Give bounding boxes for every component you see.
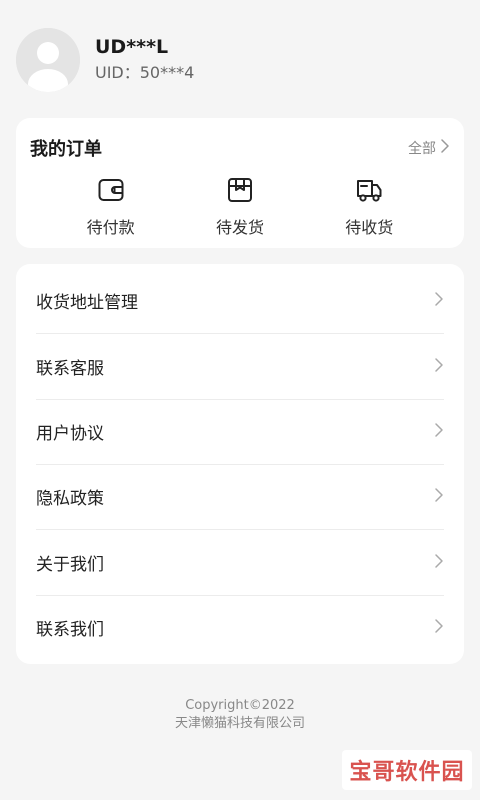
- view-all-orders-link[interactable]: 全部: [408, 138, 450, 158]
- menu-item-customer-service[interactable]: 联系客服: [36, 334, 444, 400]
- user-avatar-icon[interactable]: [16, 28, 80, 92]
- menu-item-label: 收货地址管理: [36, 293, 138, 313]
- menu-item-privacy-policy[interactable]: 隐私政策: [36, 464, 444, 530]
- order-item-label: 待发货: [215, 218, 264, 237]
- order-pending-payment[interactable]: 待付款: [61, 176, 161, 240]
- orders-title: 我的订单: [30, 139, 102, 160]
- chevron-right-icon: [434, 422, 444, 442]
- order-item-label: 待付款: [86, 218, 135, 237]
- order-status-row: 待付款 待发货 待收货: [16, 176, 464, 240]
- chevron-right-icon: [440, 139, 450, 157]
- chevron-right-icon: [434, 291, 444, 311]
- menu-item-address-management[interactable]: 收货地址管理: [36, 268, 444, 334]
- orders-header: 我的订单 全部: [30, 136, 450, 160]
- profile-info: UD***L UID：50***4: [95, 35, 194, 85]
- menu-item-user-agreement[interactable]: 用户协议: [36, 399, 444, 465]
- menu-item-label: 用户协议: [36, 424, 104, 444]
- order-pending-shipment[interactable]: 待发货: [190, 176, 290, 240]
- user-id: UID：50***4: [95, 63, 195, 82]
- chevron-right-icon: [434, 487, 444, 507]
- settings-menu-card: 收货地址管理 联系客服 用户协议 隐私政策 关于我们 联系我们: [16, 264, 464, 664]
- order-item-label: 待收货: [345, 218, 394, 237]
- watermark: 宝哥软件园: [342, 750, 472, 790]
- wallet-icon: [97, 176, 125, 204]
- chevron-right-icon: [434, 553, 444, 573]
- menu-item-label: 联系我们: [36, 620, 104, 640]
- order-pending-receipt[interactable]: 待收货: [319, 176, 419, 240]
- menu-item-label: 联系客服: [36, 359, 104, 379]
- my-orders-card: 我的订单 全部 待付款 待发货 待收货: [16, 118, 464, 248]
- package-icon: [226, 176, 254, 204]
- company-name: 天津懒猫科技有限公司: [174, 716, 305, 731]
- menu-item-about-us[interactable]: 关于我们: [36, 530, 444, 596]
- chevron-right-icon: [434, 618, 444, 638]
- view-all-label: 全部: [408, 141, 436, 157]
- menu-item-contact-us[interactable]: 联系我们: [36, 595, 444, 660]
- menu-item-label: 隐私政策: [36, 489, 104, 509]
- chevron-right-icon: [434, 357, 444, 377]
- menu-item-label: 关于我们: [36, 555, 104, 575]
- footer: Copyright©2022 天津懒猫科技有限公司: [0, 697, 480, 733]
- copyright-text: Copyright©2022: [185, 698, 295, 713]
- profile-header[interactable]: UD***L UID：50***4: [16, 28, 194, 92]
- delivery-truck-icon: [355, 176, 383, 204]
- username: UD***L: [95, 36, 169, 58]
